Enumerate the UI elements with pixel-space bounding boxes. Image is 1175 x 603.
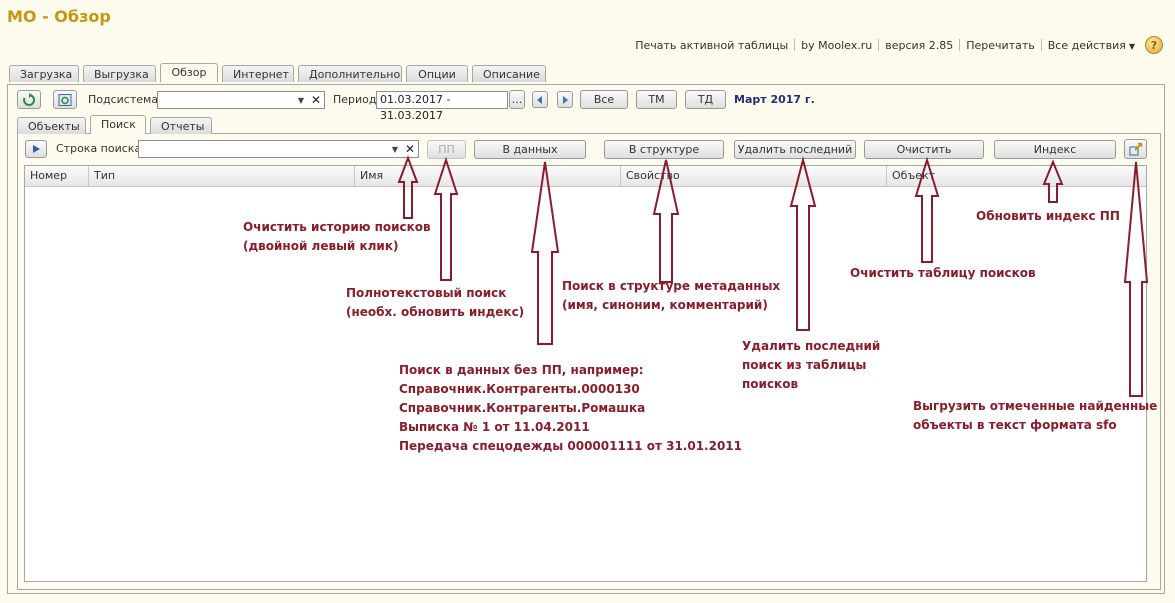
annotation-line: Очистить историю поисков <box>243 220 431 234</box>
annotation-line: Удалить последний <box>742 339 881 353</box>
annotation-line: (двойной левый клик) <box>243 239 399 253</box>
annotation-fulltext: Полнотекстовый поиск (необх. обновить ин… <box>346 284 524 322</box>
arrow-delete-last <box>789 156 817 331</box>
arrow-update-index <box>1042 159 1064 203</box>
annotation-line: Обновить индекс ПП <box>976 209 1120 223</box>
annotation-line: (имя, синоним, комментарий) <box>562 298 768 312</box>
arrow-export <box>1123 161 1149 397</box>
annotation-line: Выписка № 1 от 11.04.2011 <box>399 420 590 434</box>
annotation-line: поиск из таблицы <box>742 358 867 372</box>
arrow-in-structure <box>652 159 680 283</box>
annotation-update-index: Обновить индекс ПП <box>976 207 1120 226</box>
annotation-export: Выгрузить отмеченные найденные объекты в… <box>913 397 1157 435</box>
annotation-delete-last: Удалить последний поиск из таблицы поиск… <box>742 337 880 394</box>
arrow-in-data <box>530 161 560 345</box>
annotation-clear-table: Очистить таблицу поисков <box>850 264 1036 283</box>
annotation-line: поисков <box>742 377 799 391</box>
annotation-in-data: Поиск в данных без ПП, например: Справоч… <box>399 361 742 456</box>
annotation-line: Выгрузить отмеченные найденные <box>913 399 1158 413</box>
annotation-line: Поиск в структуре метаданных <box>562 279 781 293</box>
arrow-clear-history <box>397 155 419 219</box>
annotation-clear-history: Очистить историю поисков (двойной левый … <box>243 218 431 256</box>
annotation-in-structure: Поиск в структуре метаданных (имя, синон… <box>562 277 780 315</box>
annotation-line: Справочник.Контрагенты.0000130 <box>399 382 640 396</box>
annotation-line: Поиск в данных без ПП, например: <box>399 363 644 377</box>
arrow-clear-table <box>914 156 940 263</box>
annotation-line: Справочник.Контрагенты.Ромашка <box>399 401 646 415</box>
annotation-line: Полнотекстовый поиск <box>346 286 507 300</box>
annotation-line: Передача спецодежды 000001111 от 31.01.2… <box>399 439 743 453</box>
annotation-line: объекты в текст формата sfo <box>913 418 1117 432</box>
annotation-line: Очистить таблицу поисков <box>850 266 1036 280</box>
annotation-line: (необх. обновить индекс) <box>346 305 525 319</box>
arrow-fulltext <box>433 156 459 281</box>
